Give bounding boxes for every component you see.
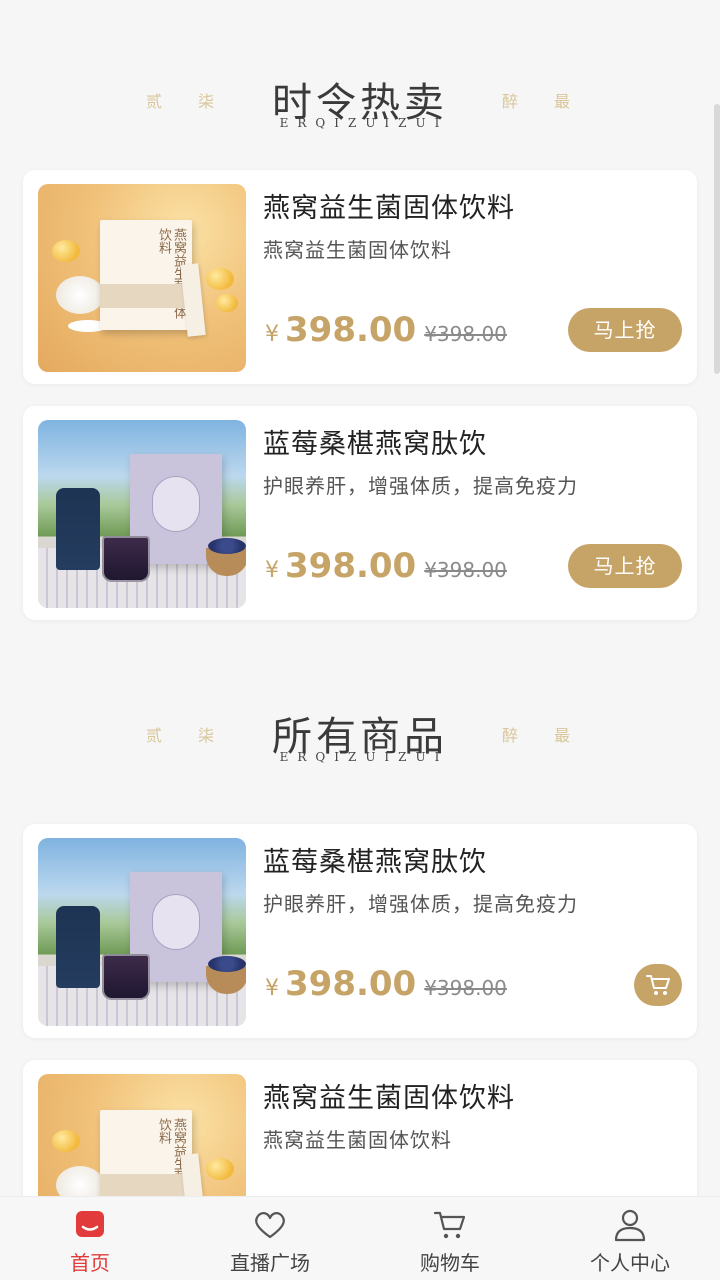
tab-label: 个人中心 — [590, 1251, 670, 1275]
home-scroll-view[interactable]: 贰柒 时令热卖 ERQIZUIZUI 醉最 燕窝益生菌固体饮料 燕窝益生菌固体饮… — [0, 0, 720, 1196]
scrollbar[interactable] — [714, 104, 720, 374]
product-name: 蓝莓桑椹燕窝肽饮 — [263, 429, 487, 460]
tab-label: 购物车 — [420, 1251, 480, 1275]
tab-label: 首页 — [70, 1251, 110, 1275]
original-price: ¥398.00 — [424, 558, 507, 582]
price-row: ¥ 398.00 ¥398.00 — [265, 310, 507, 350]
product-image[interactable] — [38, 838, 246, 1026]
section-header-all: 贰柒 所有商品 ERQIZUIZUI 醉最 — [0, 664, 720, 774]
sale-price: 398.00 — [285, 964, 417, 1004]
product-desc: 护眼养肝，增强体质，提高免疫力 — [263, 474, 578, 498]
product-card[interactable]: 蓝莓桑椹燕窝肽饮 护眼养肝，增强体质，提高免疫力 ¥ 398.00 ¥398.0… — [23, 824, 697, 1038]
home-icon — [76, 1211, 104, 1237]
price-row: ¥ 398.00 ¥398.00 — [265, 964, 507, 1004]
section-subtitle: ERQIZUIZUI — [279, 116, 449, 130]
product-desc: 燕窝益生菌固体饮料 — [263, 1128, 452, 1152]
original-price: ¥398.00 — [424, 322, 507, 346]
price-row: ¥ 398.00 ¥398.00 — [265, 546, 507, 586]
user-icon — [614, 1209, 646, 1242]
product-name: 蓝莓桑椹燕窝肽饮 — [263, 847, 487, 878]
product-name: 燕窝益生菌固体饮料 — [263, 193, 515, 224]
tab-cart[interactable]: 购物车 — [360, 1197, 540, 1280]
bottom-tab-bar: 首页 直播广场 购物车 个人中心 — [0, 1196, 720, 1280]
status-spacer — [0, 0, 720, 30]
product-card[interactable]: 燕窝益生菌固体饮料 燕窝益生菌固体饮料 燕窝益生菌固体饮料 — [23, 1060, 697, 1196]
original-price: ¥398.00 — [424, 976, 507, 1000]
tab-label: 直播广场 — [230, 1251, 310, 1275]
sale-price: 398.00 — [285, 310, 417, 350]
sale-price: 398.00 — [285, 546, 417, 586]
section-subtitle: ERQIZUIZUI — [279, 750, 449, 764]
buy-now-button[interactable]: 马上抢 — [568, 308, 682, 352]
product-image[interactable]: 燕窝益生菌固体饮料 — [38, 1074, 246, 1196]
product-desc: 燕窝益生菌固体饮料 — [263, 238, 452, 262]
buy-now-button[interactable]: 马上抢 — [568, 544, 682, 588]
currency-symbol: ¥ — [265, 322, 279, 347]
section-deco-right: 醉最 — [502, 92, 607, 111]
product-card[interactable]: 燕窝益生菌固体饮料 燕窝益生菌固体饮料 燕窝益生菌固体饮料 ¥ 398.00 ¥… — [23, 170, 697, 384]
add-to-cart-button[interactable] — [634, 964, 682, 1006]
product-image[interactable]: 燕窝益生菌固体饮料 — [38, 184, 246, 372]
currency-symbol: ¥ — [265, 976, 279, 1001]
cart-icon — [433, 1211, 466, 1239]
product-desc: 护眼养肝，增强体质，提高免疫力 — [263, 892, 578, 916]
heart-icon — [255, 1212, 285, 1239]
cart-icon — [646, 975, 670, 995]
product-image[interactable] — [38, 420, 246, 608]
product-card[interactable]: 蓝莓桑椹燕窝肽饮 护眼养肝，增强体质，提高免疫力 ¥ 398.00 ¥398.0… — [23, 406, 697, 620]
tab-home[interactable]: 首页 — [0, 1197, 180, 1280]
section-deco-right: 醉最 — [502, 726, 607, 745]
product-name: 燕窝益生菌固体饮料 — [263, 1083, 515, 1114]
tab-profile[interactable]: 个人中心 — [540, 1197, 720, 1280]
currency-symbol: ¥ — [265, 558, 279, 583]
section-header-hot: 贰柒 时令热卖 ERQIZUIZUI 醉最 — [0, 30, 720, 140]
tab-live-square[interactable]: 直播广场 — [180, 1197, 360, 1280]
